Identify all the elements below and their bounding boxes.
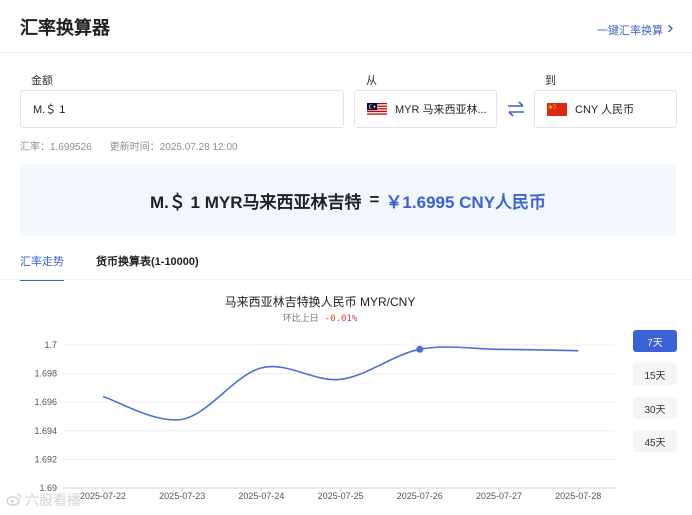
result-equals: = — [369, 190, 380, 209]
to-label: 到 — [545, 75, 556, 87]
chart-change: -0.01% — [324, 314, 358, 324]
tab-bar: 汇率走势 货币换算表(1-10000) — [20, 253, 199, 281]
chart-subtitle-label: 环比上日 — [282, 313, 319, 323]
x-tick-label: 2025-07-23 — [159, 491, 205, 501]
from-currency-label: MYR 马来西亚林... — [395, 104, 487, 116]
amount-value: M.＄ 1 — [33, 104, 66, 116]
range-15d-button[interactable]: 15天 — [633, 363, 677, 385]
y-tick-label: 1.7 — [44, 340, 57, 350]
y-tick-label: 1.692 — [34, 454, 57, 464]
rate-meta: 汇率：1.699526 更新时间：2025.07.28 12:00 — [20, 138, 238, 153]
to-currency-label: CNY 人民币 — [575, 104, 635, 116]
tab-divider — [0, 279, 692, 280]
to-currency-select[interactable]: CNY 人民币 — [534, 90, 677, 128]
x-tick-label: 2025-07-24 — [238, 491, 284, 501]
swap-icon[interactable] — [505, 99, 527, 119]
chart-subtitle: 环比上日 -0.01% — [0, 311, 640, 324]
series-line — [102, 346, 579, 421]
header-divider — [0, 52, 692, 53]
from-currency-select[interactable]: MYR 马来西亚林... — [354, 90, 497, 128]
weibo-icon — [6, 492, 22, 509]
rate-value: 汇率：1.699526 — [20, 142, 92, 153]
x-tick-label: 2025-07-22 — [80, 491, 126, 501]
watermark: 六股看播 — [6, 490, 81, 510]
rate-chart: 1.691.6921.6941.6961.6981.72025-07-22 202… — [34, 340, 615, 501]
conversion-result: M.＄ 1 MYR马来西亚林吉特 = ￥1.6995 CNY人民币 — [20, 164, 676, 236]
x-tick-label: 2025-07-27 — [476, 491, 522, 501]
x-tick-label: 2025-07-26 — [397, 491, 443, 501]
range-7d-button[interactable]: 7天 — [633, 330, 677, 352]
result-left: M.＄ 1 MYR马来西亚林吉特 — [149, 192, 362, 212]
y-tick-label: 1.696 — [34, 397, 57, 407]
one-key-convert-label: 一键汇率换算 — [597, 25, 663, 37]
result-right: ￥1.6995 CNY人民币 — [385, 192, 547, 212]
one-key-convert-link[interactable]: 一键汇率换算 — [597, 22, 674, 38]
chart-title: 马来西亚林吉特换人民币 MYR/CNY — [224, 295, 416, 309]
chevron-right-icon — [667, 24, 674, 36]
page-title: 汇率换算器 — [20, 18, 110, 38]
china-flag-icon — [547, 102, 567, 116]
x-tick-label: 2025-07-28 — [555, 491, 601, 501]
tab-conversion-table[interactable]: 货币换算表(1-10000) — [96, 253, 199, 281]
amount-label: 金额 — [31, 75, 53, 87]
malaysia-flag-icon — [367, 102, 387, 116]
range-30d-button[interactable]: 30天 — [633, 397, 677, 419]
amount-input[interactable]: M.＄ 1 — [20, 90, 344, 128]
highlight-point — [416, 345, 424, 353]
range-45d-button[interactable]: 45天 — [633, 430, 677, 452]
x-tick-label: 2025-07-25 — [318, 491, 364, 501]
watermark-text: 六股看播 — [25, 492, 81, 508]
y-tick-label: 1.698 — [34, 369, 57, 379]
y-tick-label: 1.694 — [34, 426, 57, 436]
from-label: 从 — [366, 75, 377, 87]
update-time: 更新时间：2025.07.28 12:00 — [109, 142, 238, 153]
tab-rate-trend[interactable]: 汇率走势 — [20, 253, 64, 281]
